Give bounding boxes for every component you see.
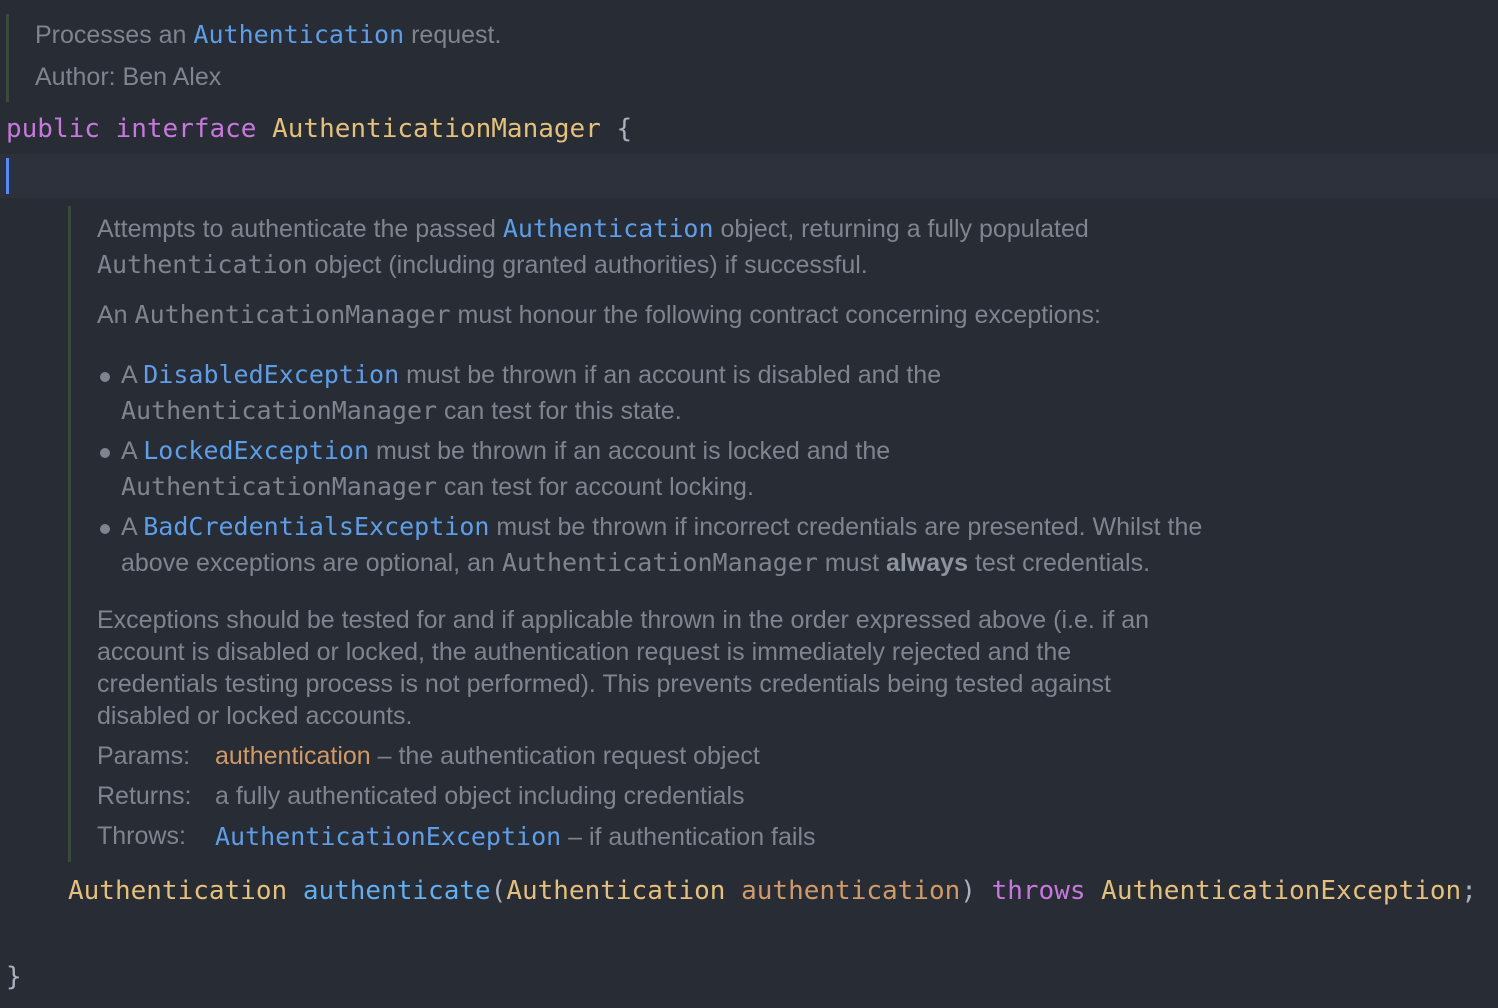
doc-line: disabled or locked accounts. bbox=[97, 702, 413, 730]
throws-label: Throws: bbox=[97, 822, 186, 850]
doc-line: credentials testing process is not perfo… bbox=[97, 670, 1111, 698]
current-line-highlight bbox=[0, 154, 1498, 198]
doc-line: Authentication object (including granted… bbox=[97, 250, 868, 279]
doc-line: An AuthenticationManager must honour the… bbox=[97, 300, 1101, 329]
disabled-exception-link[interactable]: DisabledException bbox=[143, 360, 399, 389]
authentication-link[interactable]: Authentication bbox=[193, 20, 404, 49]
doc-line: Exceptions should be tested for and if a… bbox=[97, 606, 1150, 634]
method-declaration[interactable]: Authentication authenticate(Authenticati… bbox=[68, 876, 1477, 906]
doc-list-item-cont: AuthenticationManager can test for accou… bbox=[121, 472, 754, 501]
doc-list-item-cont: above exceptions are optional, an Authen… bbox=[121, 548, 1151, 577]
keyword-throws: throws bbox=[991, 876, 1086, 906]
bad-credentials-exception-link[interactable]: BadCredentialsException bbox=[143, 512, 489, 541]
throws-value: AuthenticationException – if authenticat… bbox=[215, 822, 816, 851]
class-doc-line: Processes an Authentication request. bbox=[35, 20, 502, 49]
bullet-icon bbox=[100, 448, 110, 458]
param-name: authentication bbox=[215, 742, 371, 770]
text-caret bbox=[6, 158, 9, 194]
method-doc-comment: Attempts to authenticate the passed Auth… bbox=[68, 206, 1321, 862]
bullet-icon bbox=[100, 524, 110, 534]
returns-label: Returns: bbox=[97, 782, 192, 810]
method-name[interactable]: authenticate bbox=[303, 876, 491, 906]
interface-declaration[interactable]: public interface AuthenticationManager { bbox=[6, 114, 632, 144]
doc-list-item: A DisabledException must be thrown if an… bbox=[121, 360, 942, 389]
interface-name[interactable]: AuthenticationManager bbox=[272, 114, 601, 144]
param-name[interactable]: authentication bbox=[741, 876, 960, 906]
params-label: Params: bbox=[97, 742, 191, 770]
return-type[interactable]: Authentication bbox=[68, 876, 287, 906]
locked-exception-link[interactable]: LockedException bbox=[143, 436, 369, 465]
keyword-interface: interface bbox=[115, 114, 257, 144]
returns-value: a fully authenticated object including c… bbox=[215, 782, 745, 810]
open-brace: { bbox=[616, 114, 633, 144]
doc-line: account is disabled or locked, the authe… bbox=[97, 638, 1072, 666]
authentication-link[interactable]: Authentication bbox=[503, 214, 714, 243]
closing-brace: } bbox=[6, 962, 22, 992]
doc-list-item: A LockedException must be thrown if an a… bbox=[121, 436, 891, 465]
keyword-public: public bbox=[6, 114, 100, 144]
doc-list-item: A BadCredentialsException must be thrown… bbox=[121, 512, 1203, 541]
class-doc-comment: Processes an Authentication request. Aut… bbox=[6, 14, 501, 102]
bullet-icon bbox=[100, 372, 110, 382]
author-line: Author: Ben Alex bbox=[35, 63, 222, 91]
doc-line: Attempts to authenticate the passed Auth… bbox=[97, 214, 1089, 243]
params-value: authentication – the authentication requ… bbox=[215, 742, 760, 770]
param-type[interactable]: Authentication bbox=[506, 876, 725, 906]
authentication-exception-link[interactable]: AuthenticationException bbox=[215, 822, 561, 851]
doc-list-item-cont: AuthenticationManager can test for this … bbox=[121, 396, 682, 425]
exception-type[interactable]: AuthenticationException bbox=[1101, 876, 1461, 906]
